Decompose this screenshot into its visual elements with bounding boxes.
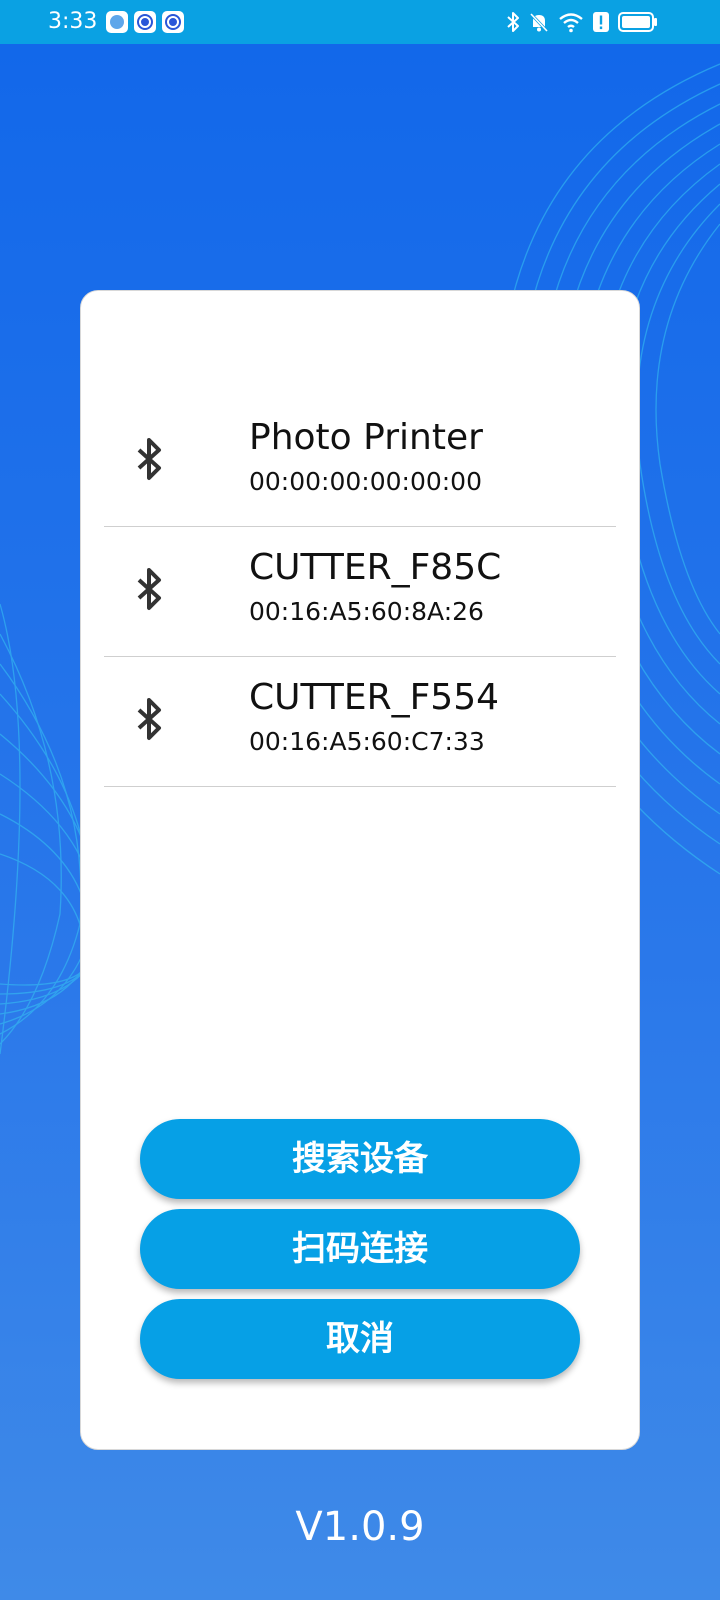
circle-app-icon <box>134 11 156 33</box>
device-address: 00:00:00:00:00:00 <box>249 467 482 496</box>
scan-connect-button[interactable]: 扫码连接 <box>140 1209 580 1289</box>
version-label: V1.0.9 <box>295 1504 425 1550</box>
device-address: 00:16:A5:60:8A:26 <box>249 597 484 626</box>
device-name: Photo Printer <box>249 417 483 458</box>
device-dialog: Photo Printer 00:00:00:00:00:00 CUTTER_F… <box>80 290 640 1450</box>
device-item[interactable]: CUTTER_F554 00:16:A5:60:C7:33 <box>104 657 616 787</box>
device-name: CUTTER_F85C <box>249 547 502 588</box>
cancel-button[interactable]: 取消 <box>140 1299 580 1379</box>
circle-app-icon <box>162 11 184 33</box>
bluetooth-icon <box>137 438 161 480</box>
wifi-icon <box>558 11 584 33</box>
bluetooth-icon <box>137 698 161 740</box>
device-item[interactable]: CUTTER_F85C 00:16:A5:60:8A:26 <box>104 527 616 657</box>
status-bar: 3:33 <box>0 0 720 44</box>
status-app-icons <box>106 11 184 33</box>
notifications-off-icon <box>528 11 550 33</box>
device-list: Photo Printer 00:00:00:00:00:00 CUTTER_F… <box>104 397 616 787</box>
device-address: 00:16:A5:60:C7:33 <box>249 727 485 756</box>
bluetooth-icon <box>506 11 520 33</box>
device-name: CUTTER_F554 <box>249 677 500 718</box>
status-time: 3:33 <box>48 9 98 34</box>
globe-app-icon <box>106 11 128 33</box>
battery-icon <box>618 11 658 33</box>
alert-icon <box>592 11 610 33</box>
device-item[interactable]: Photo Printer 00:00:00:00:00:00 <box>104 397 616 527</box>
status-indicators <box>506 8 658 36</box>
bluetooth-icon <box>137 568 161 610</box>
search-devices-button[interactable]: 搜索设备 <box>140 1119 580 1199</box>
